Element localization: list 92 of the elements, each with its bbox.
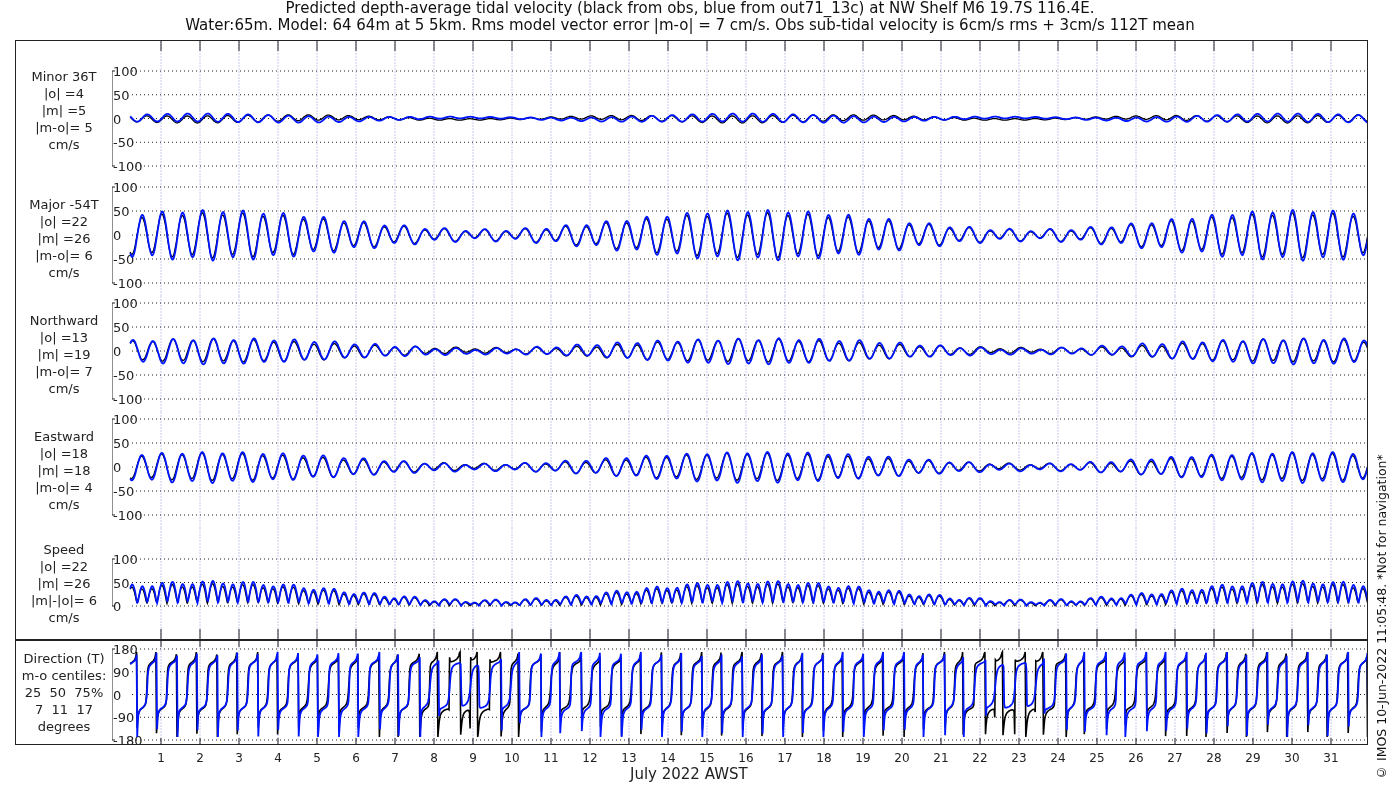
x-tick-label: 21 <box>933 751 949 765</box>
panel-label: |m-o|= 4 <box>35 478 93 496</box>
panel-label: |m-o|= 7 <box>35 362 93 380</box>
x-tick-label: 28 <box>1206 751 1222 765</box>
panel-label: Direction (T) <box>23 650 105 667</box>
x-tick-label: 10 <box>504 751 520 765</box>
panel-label: |m| =26 <box>37 575 91 592</box>
x-tick-label: 12 <box>582 751 598 765</box>
panel-label: |m| =26 <box>37 229 91 247</box>
y-tick-label: -100 <box>113 508 143 523</box>
panel-label: cm/s <box>48 495 80 513</box>
x-tick-label: 14 <box>660 751 676 765</box>
x-tick-label: 26 <box>1128 751 1144 765</box>
x-tick-label: 17 <box>777 751 793 765</box>
x-tick-label: 22 <box>972 751 988 765</box>
y-tick-label: 50 <box>113 320 130 335</box>
x-tick-label: 18 <box>816 751 832 765</box>
y-tick-label: 0 <box>113 111 122 127</box>
chart-title: Water:65m. Model: 64 64m at 5 5km. Rms model vector error |m-o| = 7 cm/s. Obs sub-tidal velocity is 6cm/s rms + 3cm/s 112T mean <box>185 17 1195 34</box>
x-tick-label: 5 <box>313 751 321 765</box>
y-tick-label: 100 <box>113 180 138 195</box>
y-tick-label: 0 <box>113 228 122 243</box>
y-tick-label: 100 <box>113 296 138 311</box>
panel-label: |o| =4 <box>44 85 84 102</box>
x-tick-label: 27 <box>1167 751 1183 765</box>
panel-label: |m-o|= 6 <box>35 246 93 264</box>
y-tick-label: 100 <box>113 412 138 427</box>
x-tick-label: 31 <box>1323 751 1339 765</box>
panel-label: Northward <box>29 311 99 329</box>
panel-label: cm/s <box>48 263 80 281</box>
x-tick-label: 25 <box>1089 751 1105 765</box>
panel-label: m-o centiles: <box>21 667 107 684</box>
panel-label: degrees <box>37 718 91 735</box>
y-tick-label: 50 <box>113 436 130 451</box>
panel-label: 25 50 75% <box>24 684 104 701</box>
x-tick-label: 11 <box>543 751 559 765</box>
y-tick-label: -50 <box>113 368 135 383</box>
x-tick-label: 19 <box>855 751 871 765</box>
panel-label: Major -54T <box>29 195 99 213</box>
y-tick-label: 50 <box>113 87 130 103</box>
y-tick-label: 180 <box>113 642 138 657</box>
panel-label: |o| =22 <box>39 558 89 575</box>
y-tick-label: 100 <box>113 64 138 79</box>
x-tick-label: 16 <box>738 751 754 765</box>
y-tick-label: 0 <box>113 687 122 703</box>
panel-label: |m| =5 <box>41 102 87 119</box>
panel-label: |m-o|= 5 <box>35 119 93 136</box>
x-tick-label: 23 <box>1011 751 1027 765</box>
credit-text: © IMOS 10-Jun-2022 11:05:48. *Not for navigation* <box>1374 453 1389 780</box>
y-tick-label: -100 <box>113 392 143 407</box>
panel-label: Speed <box>43 541 85 558</box>
y-tick-label: 0 <box>113 460 122 475</box>
y-tick-label: 0 <box>113 599 122 614</box>
panel-label: cm/s <box>48 136 80 153</box>
x-tick-label: 2 <box>196 751 204 765</box>
panel-label: 7 11 17 <box>35 701 93 718</box>
x-tick-label: 30 <box>1284 751 1300 765</box>
y-tick-label: 0 <box>113 344 122 359</box>
x-tick-label: 24 <box>1050 751 1066 765</box>
panel-label: |o| =18 <box>39 444 89 462</box>
y-axis <box>112 558 116 607</box>
y-tick-label: -100 <box>113 276 143 291</box>
panel-label: cm/s <box>48 609 80 626</box>
x-tick-label: 4 <box>274 751 282 765</box>
panel-label: |m| =18 <box>37 461 91 479</box>
y-tick-label: 90 <box>113 664 130 680</box>
chart-title: Predicted depth-average tidal velocity (black from obs, blue from out71_13c) at NW Shelf M6 19.7S 116.4E. <box>285 0 1095 17</box>
x-tick-label: 13 <box>621 751 637 765</box>
panel-label: Eastward <box>34 427 94 445</box>
y-tick-label: 50 <box>113 575 130 591</box>
y-tick-label: -90 <box>113 710 135 726</box>
x-tick-label: 3 <box>235 751 243 765</box>
x-tick-label: 29 <box>1245 751 1261 765</box>
x-tick-label: 9 <box>469 751 477 765</box>
panel-label: |m| =19 <box>37 345 91 363</box>
y-tick-label: -50 <box>113 135 135 151</box>
y-tick-label: -50 <box>113 484 135 499</box>
y-tick-label: -100 <box>113 159 143 174</box>
x-axis-label: July 2022 AWST <box>630 765 749 783</box>
x-tick-label: 15 <box>699 751 715 765</box>
panel-label: |o| =22 <box>39 212 89 230</box>
y-tick-label: 100 <box>113 552 138 567</box>
panel-label: cm/s <box>48 379 80 397</box>
x-tick-label: 6 <box>352 751 360 765</box>
x-tick-label: 8 <box>430 751 438 765</box>
y-tick-label: 50 <box>113 204 130 219</box>
panel-label: |m|-|o|= 6 <box>30 592 98 609</box>
panel-label: |o| =13 <box>39 328 89 346</box>
x-tick-label: 7 <box>391 751 399 765</box>
panel-label: Minor 36T <box>31 68 97 85</box>
x-tick-label: 20 <box>894 751 910 765</box>
x-tick-label: 1 <box>157 751 165 765</box>
